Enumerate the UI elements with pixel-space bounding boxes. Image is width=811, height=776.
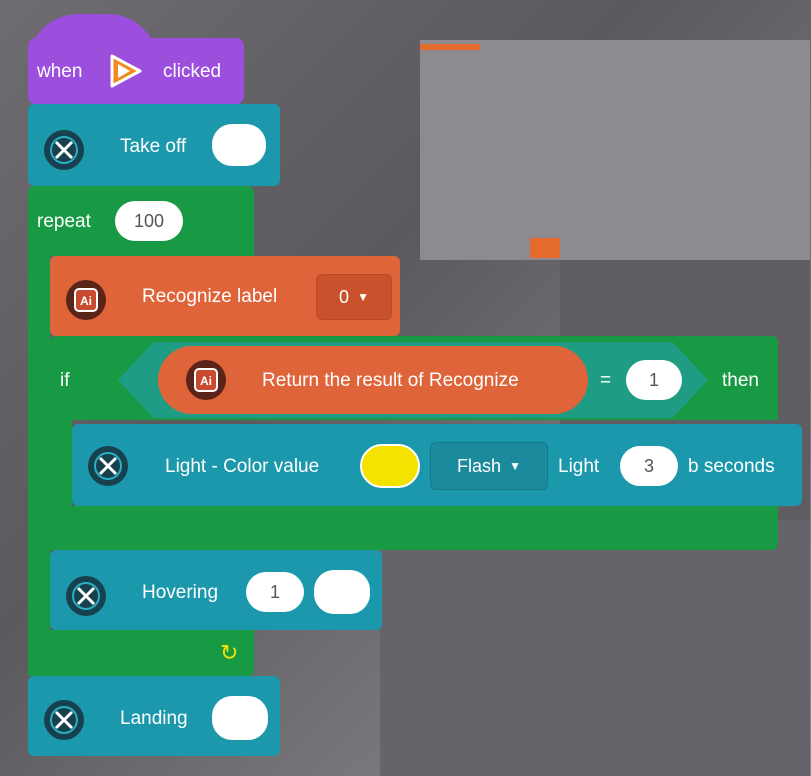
background-orange-mark [420, 44, 480, 50]
hovering-second-input[interactable] [314, 570, 370, 614]
chevron-down-icon: ▼ [357, 290, 369, 304]
ai-icon: Ai [186, 360, 226, 400]
ai-icon: Ai [66, 280, 106, 320]
take-off-input[interactable] [212, 124, 266, 166]
repeat-count-input[interactable]: 100 [115, 201, 183, 241]
if-label: if [60, 370, 70, 391]
background-orange-mark [530, 238, 560, 258]
hovering-label: Hovering [142, 582, 219, 603]
svg-text:Ai: Ai [80, 294, 92, 308]
hovering-time-input[interactable]: 1 [246, 572, 304, 612]
chevron-down-icon: ▼ [509, 459, 521, 473]
drone-icon [44, 130, 84, 170]
loop-arrow-icon: ↻ [220, 640, 239, 665]
recognize-label-value: 0 [339, 286, 350, 307]
svg-text:Ai: Ai [200, 374, 212, 388]
when-label: when [37, 61, 83, 82]
light-mode-value: Flash [457, 455, 502, 476]
repeat-label: repeat [37, 211, 91, 232]
seconds-label: b seconds [688, 456, 775, 477]
recognize-result-label: Return the result of Recognize [262, 370, 519, 391]
light-label: Light [558, 456, 600, 477]
background-panel [380, 520, 810, 776]
drone-icon [66, 576, 106, 616]
landing-input[interactable] [212, 696, 268, 740]
color-swatch[interactable] [360, 444, 420, 488]
repeat-arm [28, 256, 50, 676]
compare-value-input[interactable]: 1 [626, 360, 682, 400]
clicked-label: clicked [163, 61, 222, 82]
landing-label: Landing [120, 708, 188, 729]
equals-operator: = [600, 370, 612, 391]
drone-icon [88, 446, 128, 486]
take-off-label: Take off [120, 136, 187, 157]
then-label: then [722, 370, 759, 391]
if-foot [50, 506, 778, 550]
light-color-label: Light - Color value [165, 456, 320, 477]
recognize-label-dropdown[interactable]: 0 ▼ [316, 274, 392, 320]
seconds-input[interactable]: 3 [620, 446, 678, 486]
recognize-label-text: Recognize label [142, 286, 278, 307]
drone-icon [44, 700, 84, 740]
play-icon[interactable] [106, 52, 146, 90]
light-mode-dropdown[interactable]: Flash ▼ [430, 442, 548, 490]
background-panel [420, 40, 810, 260]
